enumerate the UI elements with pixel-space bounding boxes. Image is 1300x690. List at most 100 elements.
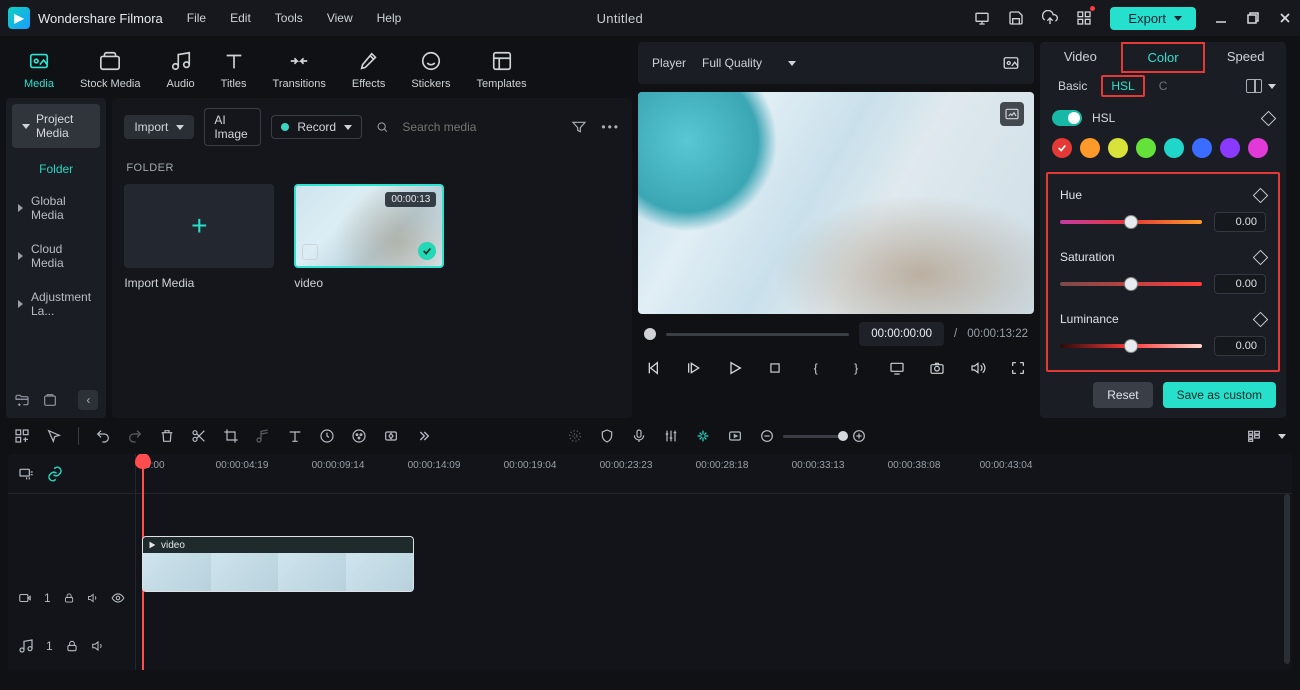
menu-help[interactable]: Help — [377, 11, 402, 25]
zoom-slider[interactable] — [783, 435, 843, 438]
link-icon[interactable] — [46, 465, 64, 483]
audio-track-header[interactable]: 1 — [8, 622, 135, 670]
menu-file[interactable]: File — [187, 11, 206, 25]
video-track-header[interactable]: 1 — [8, 574, 135, 622]
save-custom-button[interactable]: Save as custom — [1163, 382, 1276, 408]
mute-icon[interactable] — [87, 591, 99, 605]
track-add-icon[interactable] — [18, 466, 34, 482]
keyframe-icon[interactable] — [1261, 110, 1277, 126]
crop-icon[interactable] — [223, 428, 239, 444]
stop-button[interactable] — [765, 358, 785, 378]
clip-add-icon[interactable] — [302, 244, 318, 260]
lock-icon[interactable] — [63, 591, 75, 605]
save-icon[interactable] — [1008, 10, 1024, 26]
text-tool-icon[interactable] — [287, 428, 303, 444]
lock-icon[interactable] — [65, 639, 79, 653]
lum-slider[interactable] — [1060, 344, 1202, 348]
music-beat-icon[interactable] — [255, 428, 271, 444]
tab-audio[interactable]: Audio — [167, 50, 195, 90]
visibility-icon[interactable] — [111, 590, 125, 606]
track-layout-icon[interactable] — [1246, 428, 1262, 444]
more-icon[interactable]: ••• — [601, 120, 620, 134]
window-maximize-button[interactable] — [1246, 11, 1260, 25]
subtab-hsl[interactable]: HSL — [1101, 75, 1144, 97]
render-icon[interactable] — [727, 428, 743, 444]
tab-stickers[interactable]: Stickers — [411, 50, 450, 90]
mark-in-button[interactable]: { — [806, 358, 826, 378]
quality-dropdown[interactable]: Full Quality — [702, 56, 796, 70]
cloud-upload-icon[interactable] — [1042, 10, 1058, 26]
menu-tools[interactable]: Tools — [275, 11, 303, 25]
export-button[interactable]: Export — [1110, 7, 1196, 30]
chevron-down-icon[interactable] — [1268, 84, 1276, 89]
shield-icon[interactable] — [599, 428, 615, 444]
time-position[interactable]: 00:00:00:00 — [859, 322, 944, 346]
sidebar-header[interactable]: Project Media — [12, 104, 100, 148]
timeline-scrollbar[interactable] — [1284, 494, 1290, 664]
marker-icon[interactable] — [567, 428, 583, 444]
subtab-more[interactable]: C — [1151, 75, 1176, 97]
tab-transitions[interactable]: Transitions — [273, 50, 326, 90]
prev-frame-button[interactable] — [644, 358, 664, 378]
auto-ripple-icon[interactable] — [695, 428, 711, 444]
window-minimize-button[interactable] — [1214, 11, 1228, 25]
hue-slider[interactable] — [1060, 220, 1202, 224]
hsl-color-yellow[interactable] — [1108, 138, 1128, 158]
new-bin-icon[interactable] — [42, 392, 58, 408]
timeline-ruler[interactable]: 00:00 00:00:04:19 00:00:09:14 00:00:14:0… — [136, 454, 1292, 494]
tab-templates[interactable]: Templates — [476, 50, 526, 90]
menu-edit[interactable]: Edit — [230, 11, 251, 25]
speed-tool-icon[interactable] — [319, 428, 335, 444]
fullscreen-button[interactable] — [1008, 358, 1028, 378]
tab-video[interactable]: Video — [1040, 42, 1121, 73]
delete-icon[interactable] — [159, 428, 175, 444]
display-settings-button[interactable] — [887, 358, 907, 378]
progress-handle[interactable] — [644, 328, 656, 340]
menu-view[interactable]: View — [327, 11, 353, 25]
lum-value[interactable]: 0.00 — [1214, 336, 1266, 356]
sat-value[interactable]: 0.00 — [1214, 274, 1266, 294]
hsl-toggle[interactable] — [1052, 110, 1082, 126]
tab-media[interactable]: Media — [24, 50, 54, 90]
progress-track[interactable] — [666, 333, 849, 336]
record-dropdown[interactable]: Record — [271, 115, 362, 139]
hsl-color-magenta[interactable] — [1248, 138, 1268, 158]
apps-icon[interactable] — [1076, 10, 1092, 26]
keyframe-icon[interactable] — [1253, 187, 1269, 203]
filter-icon[interactable] — [571, 119, 587, 135]
sidebar-item-global[interactable]: Global Media — [6, 184, 106, 232]
sidebar-item-cloud[interactable]: Cloud Media — [6, 232, 106, 280]
new-folder-icon[interactable] — [14, 392, 30, 408]
timeline-clip[interactable]: video — [142, 536, 414, 592]
timeline-tracks[interactable]: 00:00 00:00:04:19 00:00:09:14 00:00:14:0… — [136, 454, 1292, 670]
reset-button[interactable]: Reset — [1093, 382, 1152, 408]
device-icon[interactable] — [974, 10, 990, 26]
ai-image-button[interactable]: AI Image — [204, 108, 261, 146]
hsl-color-blue[interactable] — [1192, 138, 1212, 158]
tab-color[interactable]: Color — [1121, 42, 1206, 73]
play-button[interactable] — [725, 358, 745, 378]
color-tool-icon[interactable] — [351, 428, 367, 444]
hue-value[interactable]: 0.00 — [1214, 212, 1266, 232]
sidebar-collapse-button[interactable]: ‹ — [78, 390, 98, 410]
sat-slider[interactable] — [1060, 282, 1202, 286]
keyframe-icon[interactable] — [1253, 249, 1269, 265]
hsl-color-purple[interactable] — [1220, 138, 1240, 158]
sidebar-active-folder[interactable]: Folder — [6, 154, 106, 184]
zoom-out-icon[interactable] — [759, 428, 775, 444]
keyframe-tool-icon[interactable] — [383, 428, 399, 444]
tab-titles[interactable]: Titles — [221, 50, 247, 90]
undo-icon[interactable] — [95, 428, 111, 444]
preview-viewport[interactable] — [638, 92, 1034, 314]
more-tools-icon[interactable] — [415, 428, 431, 444]
compare-icon[interactable] — [1246, 79, 1262, 93]
tab-speed[interactable]: Speed — [1205, 42, 1286, 73]
preview-overlay-icon[interactable] — [1000, 102, 1024, 126]
mark-out-button[interactable]: } — [846, 358, 866, 378]
import-dropdown[interactable]: Import — [124, 115, 194, 139]
select-tool-icon[interactable] — [46, 428, 62, 444]
volume-button[interactable] — [968, 358, 988, 378]
subtab-basic[interactable]: Basic — [1050, 75, 1095, 97]
snapshot-folder-icon[interactable] — [1002, 54, 1020, 72]
chevron-down-icon[interactable] — [1278, 434, 1286, 439]
